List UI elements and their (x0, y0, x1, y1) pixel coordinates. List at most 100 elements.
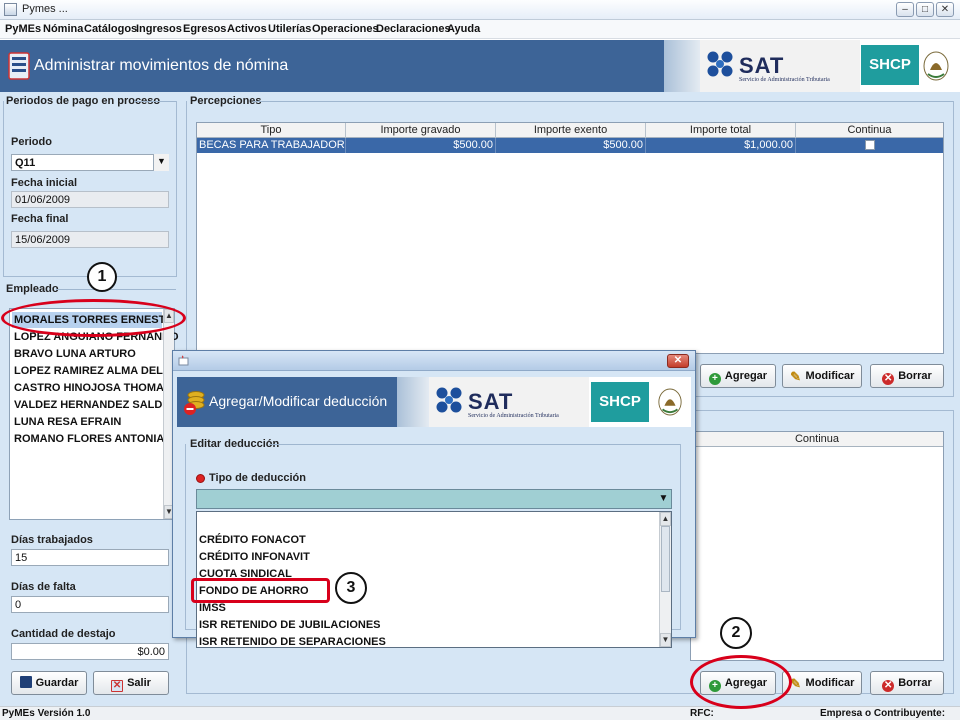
sat-logo: SAT Servicio de Administración Tributari… (700, 40, 860, 92)
callout-1: 1 (87, 262, 117, 292)
dialog-banner: Agregar/Modificar deducción SAT Servicio… (177, 377, 691, 427)
dialog-title: Agregar/Modificar deducción (209, 393, 388, 409)
add-plus-icon: + (708, 373, 721, 385)
mexico-seal-icon (658, 388, 682, 416)
option-imss[interactable]: IMSS (199, 602, 226, 618)
employee-item[interactable]: BRAVO LUNA ARTURO (12, 346, 162, 362)
agregar-label: Agregar (724, 370, 768, 382)
dialog-shcp-logo: SHCP (591, 382, 649, 422)
delete-x-icon: ✕ (882, 373, 895, 385)
highlight-employee (1, 299, 186, 337)
fecha-inicial-field: 01/06/2009 (11, 191, 169, 208)
percepciones-borrar-button[interactable]: ✕ Borrar (870, 364, 944, 388)
menu-activos[interactable]: Activos (227, 23, 267, 35)
menu-utilerias[interactable]: Utilerías (268, 23, 311, 35)
sat-dots-icon (436, 387, 462, 413)
employee-item[interactable]: LOPEZ RAMIREZ ALMA DELIA (12, 363, 174, 379)
employee-item[interactable]: VALDEZ HERNANDEZ SALDRA (12, 397, 178, 413)
option-credito-fonacot[interactable]: CRÉDITO FONACOT (199, 534, 306, 550)
menu-ayuda[interactable]: Ayuda (447, 23, 480, 35)
save-disk-icon (19, 676, 32, 688)
rfc-text: RFC: (690, 708, 714, 719)
column-header-tipo[interactable]: Tipo (197, 123, 346, 138)
column-header-exento[interactable]: Importe exento (496, 123, 646, 138)
dias-falta-input[interactable]: 0 (11, 596, 169, 613)
tipo-deduccion-select[interactable] (196, 489, 672, 509)
employee-item[interactable]: CASTRO HINOJOSA THOMAS (12, 380, 171, 396)
menu-operaciones[interactable]: Operaciones (312, 23, 379, 35)
periodos-group (3, 101, 177, 277)
option-credito-infonavit[interactable]: CRÉDITO INFONAVIT (199, 551, 310, 567)
periodo-select[interactable]: Q11 (11, 154, 169, 171)
column-header-continua[interactable]: Continua (796, 123, 943, 138)
salir-label: Salir (127, 677, 151, 689)
scroll-up-icon[interactable]: ▲ (660, 512, 671, 526)
column-header-continua[interactable]: Continua (691, 432, 943, 447)
deducciones-modificar-button[interactable]: ✎ Modificar (782, 671, 862, 695)
highlight-agregar (690, 655, 792, 709)
minimize-button[interactable]: – (896, 2, 914, 17)
modificar-label: Modificar (805, 370, 855, 382)
deducciones-borrar-button[interactable]: ✕ Borrar (870, 671, 944, 695)
option-isr-separaciones[interactable]: ISR RETENIDO DE SEPARACIONES (199, 636, 386, 652)
payroll-icon (8, 52, 30, 80)
scroll-down-icon[interactable]: ▼ (660, 633, 671, 647)
cell-gravado: $500.00 (346, 138, 496, 153)
dialog-sat-text: SAT (468, 389, 514, 414)
column-header-total[interactable]: Importe total (646, 123, 796, 138)
dropdown-arrow-icon[interactable]: ▼ (656, 490, 671, 508)
callout-2: 2 (720, 617, 752, 649)
periodo-label: Periodo (11, 136, 52, 148)
banner-title-area: Administrar movimientos de nómina (0, 40, 664, 92)
dias-trabajados-input[interactable]: 15 (11, 549, 169, 566)
cell-exento: $500.00 (496, 138, 646, 153)
menu-catalogos[interactable]: Catálogos (84, 23, 137, 35)
employee-item[interactable]: ROMANO FLORES ANTONIA (12, 431, 164, 447)
borrar-label: Borrar (898, 370, 932, 382)
cell-total: $1,000.00 (646, 138, 796, 153)
java-icon (178, 355, 189, 366)
options-scrollbar[interactable]: ▲ ▼ (659, 512, 671, 647)
dias-trabajados-label: Días trabajados (11, 534, 93, 546)
percepciones-agregar-button[interactable]: + Agregar (700, 364, 776, 388)
dialog-titlebar: ✕ (173, 351, 695, 371)
table-row[interactable]: BECAS PARA TRABAJADORES Y/... $500.00 $5… (197, 138, 943, 153)
callout-3: 3 (335, 572, 367, 604)
empleado-group-title: Empleado (6, 283, 59, 295)
empresa-text: Empresa o Contribuyente: (820, 708, 946, 719)
column-header-gravado[interactable]: Importe gravado (346, 123, 496, 138)
window-title: Pymes ... (22, 3, 68, 15)
dialog-close-button[interactable]: ✕ (667, 354, 689, 368)
pencil-icon: ✎ (790, 369, 801, 384)
periodo-dropdown-arrow-icon[interactable]: ▼ (153, 154, 169, 171)
menu-pymes[interactable]: PyMEs (5, 23, 41, 35)
menu-nomina[interactable]: Nómina (43, 23, 83, 35)
fecha-inicial-label: Fecha inicial (11, 177, 78, 189)
scroll-thumb[interactable] (661, 526, 670, 592)
sat-subtitle: Servicio de Administración Tributaria (739, 77, 830, 83)
exit-icon: ✕ (111, 680, 124, 692)
fecha-final-label: Fecha final (11, 213, 69, 225)
employee-list[interactable]: MORALES TORRES ERNESTO LOPEZ ANGUIANO FE… (9, 308, 179, 520)
destajo-input[interactable]: $0.00 (11, 643, 169, 660)
close-window-button[interactable]: ✕ (936, 2, 954, 17)
employee-item[interactable]: LUNA RESA EFRAIN (12, 414, 162, 430)
guardar-label: Guardar (35, 677, 79, 689)
guardar-button[interactable]: Guardar (11, 671, 87, 695)
sat-text: SAT (739, 53, 785, 78)
menu-declaraciones[interactable]: Declaraciones (376, 23, 451, 35)
dias-falta-label: Días de falta (11, 581, 76, 593)
app-icon (4, 3, 17, 16)
option-isr-jubilaciones[interactable]: ISR RETENIDO DE JUBILACIONES (199, 619, 381, 635)
salir-button[interactable]: ✕ Salir (93, 671, 169, 695)
page-banner: Administrar movimientos de nómina SAT Se… (0, 40, 960, 92)
percepciones-modificar-button[interactable]: ✎ Modificar (782, 364, 862, 388)
menu-egresos[interactable]: Egresos (183, 23, 226, 35)
continua-checkbox[interactable] (865, 140, 875, 150)
menu-ingresos[interactable]: Ingresos (136, 23, 182, 35)
percepciones-table: Tipo Importe gravado Importe exento Impo… (196, 122, 944, 354)
maximize-button[interactable]: □ (916, 2, 934, 17)
dialog-sat-logo: SAT Servicio de Administración Tributari… (429, 377, 589, 427)
borrar-label: Borrar (898, 677, 932, 689)
sat-dots-icon (707, 51, 733, 77)
